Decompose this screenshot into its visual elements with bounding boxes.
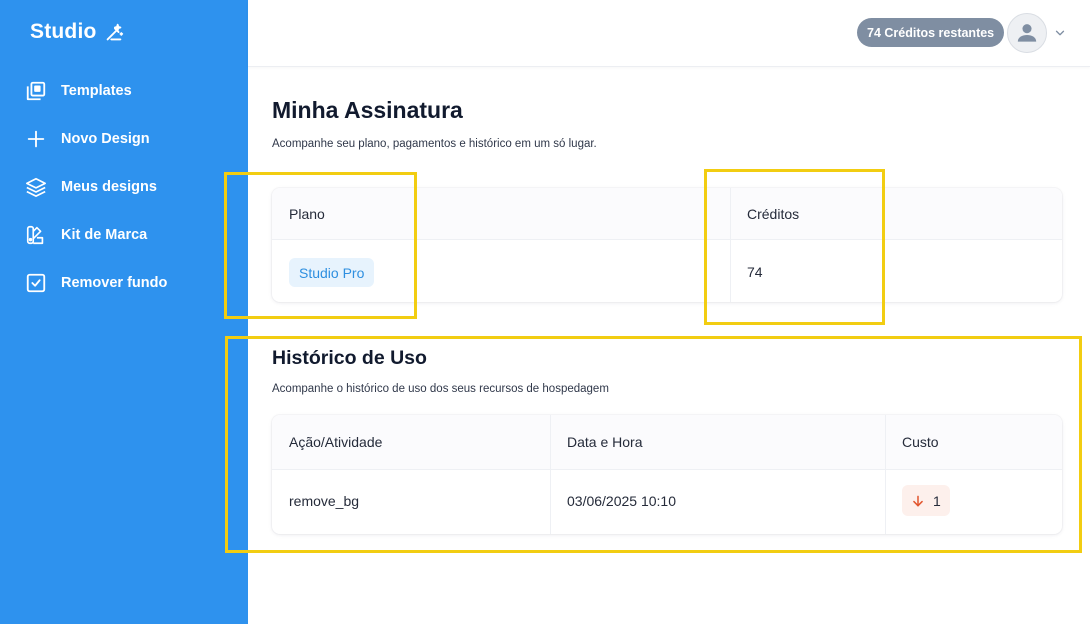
credits-column-header: Créditos xyxy=(747,206,800,222)
user-icon xyxy=(1017,24,1037,42)
sidebar-item-meus-designs[interactable]: Meus designs xyxy=(0,163,248,211)
top-bar: 74 Créditos restantes xyxy=(248,0,1090,67)
sidebar-item-remover-fundo[interactable]: Remover fundo xyxy=(0,259,248,307)
plan-card: Plano Créditos Studio Pro 74 xyxy=(272,188,1062,302)
plus-icon xyxy=(25,128,47,150)
cost-badge: 1 xyxy=(902,485,950,516)
datetime-column-header: Data e Hora xyxy=(567,434,643,450)
page-subtitle: Acompanhe seu plano, pagamentos e histór… xyxy=(272,138,597,150)
arrow-down-icon xyxy=(913,495,923,506)
cost-value: 1 xyxy=(933,492,941,509)
sidebar-item-label: Meus designs xyxy=(61,179,157,195)
plan-column-header: Plano xyxy=(289,206,325,222)
layers-icon xyxy=(25,176,47,198)
cost-column-header: Custo xyxy=(902,434,939,450)
history-table: Ação/Atividade Data e Hora Custo remove_… xyxy=(272,415,1062,534)
brand-name: Studio xyxy=(30,19,97,43)
datetime-cell: 03/06/2025 10:10 xyxy=(567,493,676,509)
avatar[interactable] xyxy=(1007,13,1047,53)
checkbox-icon xyxy=(25,272,47,294)
column-divider xyxy=(550,415,551,534)
sidebar: Studio Templates Novo Design Meus design… xyxy=(0,0,248,624)
main-content: Minha Assinatura Acompanhe seu plano, pa… xyxy=(248,67,1090,624)
sidebar-item-templates[interactable]: Templates xyxy=(0,67,248,115)
sidebar-item-label: Novo Design xyxy=(61,131,150,147)
credits-value: 74 xyxy=(747,264,763,280)
history-table-header xyxy=(272,415,1062,470)
action-column-header: Ação/Atividade xyxy=(289,434,383,450)
plan-table-header xyxy=(272,188,1062,240)
sidebar-nav: Templates Novo Design Meus designs Kit d… xyxy=(0,67,248,307)
column-divider xyxy=(730,188,731,302)
action-cell: remove_bg xyxy=(289,493,360,509)
sidebar-item-kit-de-marca[interactable]: Kit de Marca xyxy=(0,211,248,259)
sidebar-item-label: Remover fundo xyxy=(61,275,168,291)
sidebar-item-label: Templates xyxy=(61,83,132,99)
sidebar-item-novo-design[interactable]: Novo Design xyxy=(0,115,248,163)
brand-logo[interactable]: Studio xyxy=(30,19,125,44)
sidebar-item-label: Kit de Marca xyxy=(61,227,148,243)
chevron-down-icon[interactable] xyxy=(1053,26,1067,40)
history-title: Histórico de Uso xyxy=(272,347,427,369)
brand-kit-icon xyxy=(25,224,47,246)
credits-remaining-badge[interactable]: 74 Créditos restantes xyxy=(857,18,1005,47)
plan-badge: Studio Pro xyxy=(289,258,375,287)
templates-icon xyxy=(25,80,47,102)
magic-wand-icon xyxy=(106,23,123,41)
history-subtitle: Acompanhe o histórico de uso dos seus re… xyxy=(272,383,609,395)
column-divider xyxy=(885,415,886,534)
page-title: Minha Assinatura xyxy=(272,97,463,123)
